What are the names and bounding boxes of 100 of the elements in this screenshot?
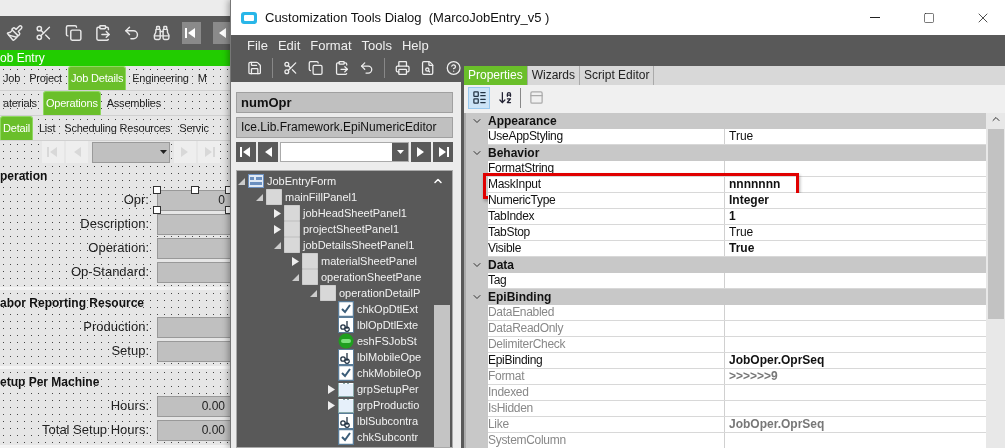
tree-item[interactable]: lblSubcontra	[357, 415, 419, 427]
tree-item[interactable]: mainFillPanel1	[285, 191, 358, 203]
first-icon	[240, 146, 252, 158]
field-label: Operation:	[88, 239, 149, 255]
property-name[interactable]: Like	[488, 417, 725, 432]
property-value[interactable]: nnnnnnn	[729, 177, 781, 192]
tab[interactable]: aterials	[0, 91, 40, 115]
cut-icon[interactable]	[283, 59, 299, 77]
tree-item[interactable]: jobHeadSheetPanel1	[303, 207, 407, 219]
field-label: Op-Standard:	[70, 263, 149, 279]
menu-item[interactable]: Help	[401, 37, 429, 53]
tree-item[interactable]: operationDetailP	[339, 287, 421, 299]
categorized-button[interactable]	[468, 86, 490, 109]
property-name[interactable]: EpiBinding	[488, 353, 725, 368]
print-icon[interactable]	[395, 59, 411, 77]
first-button[interactable]	[236, 142, 256, 162]
collapse-icon[interactable]	[309, 289, 317, 297]
tree-item[interactable]: chkSubcontr	[357, 431, 419, 443]
input-field[interactable]	[157, 316, 232, 338]
collapse-icon[interactable]	[255, 193, 263, 201]
tab[interactable]: Project	[26, 66, 65, 90]
selection-handle[interactable]	[153, 185, 161, 194]
field-label: Opr:	[123, 191, 149, 207]
property-name[interactable]: TabIndex	[488, 209, 725, 224]
property-value[interactable]: >>>>>>9	[729, 369, 778, 384]
paste-icon[interactable]	[333, 59, 349, 77]
panel-icon	[284, 237, 300, 253]
tab[interactable]: M	[194, 66, 210, 90]
property-name[interactable]: UseAppStyling	[488, 129, 725, 144]
property-value[interactable]: Integer	[729, 193, 769, 208]
tab[interactable]: Engineering	[129, 66, 192, 90]
collapse-icon[interactable]	[273, 241, 281, 249]
expand-icon[interactable]	[273, 208, 281, 218]
previous-button[interactable]	[212, 22, 232, 45]
first-button[interactable]	[181, 22, 201, 45]
expand-icon[interactable]	[327, 384, 335, 394]
scrollbar-thumb[interactable]	[988, 129, 1004, 319]
property-value[interactable]: JobOper.OprSeq	[729, 353, 825, 368]
label-icon	[338, 413, 354, 429]
undo-icon[interactable]	[358, 59, 375, 77]
property-name[interactable]: Format	[488, 369, 725, 384]
input-field[interactable]: 0.00	[157, 419, 232, 441]
tree-item[interactable]: JobEntryForm	[267, 175, 337, 187]
tree-item[interactable]: grpSetupPer	[357, 383, 419, 395]
copy-icon[interactable]	[308, 59, 324, 77]
input-field[interactable]	[157, 261, 232, 283]
collapse-icon[interactable]	[291, 273, 299, 281]
copy-icon[interactable]	[64, 23, 82, 44]
expand-icon[interactable]	[273, 224, 281, 234]
selection-handle[interactable]	[153, 205, 161, 214]
input-field[interactable]	[157, 237, 232, 259]
property-name[interactable]: Visible	[488, 241, 725, 256]
next-button[interactable]	[411, 142, 431, 162]
property-value[interactable]: True	[729, 129, 754, 144]
tree-item[interactable]: chkOpDtlExt	[357, 303, 419, 315]
menu-item[interactable]: Format	[310, 37, 352, 53]
property-value[interactable]: True	[729, 241, 755, 256]
save-icon[interactable]	[247, 59, 263, 77]
tree-item[interactable]: grpProductio	[357, 399, 420, 411]
tab[interactable]: Assemblies	[103, 91, 164, 115]
property-value[interactable]: JobOper.OprSeq	[729, 417, 825, 432]
tree-item[interactable]: eshFSJobSt	[357, 335, 417, 347]
input-field[interactable]	[157, 340, 232, 362]
property-value[interactable]: 1	[729, 209, 736, 224]
property-name[interactable]: MaskInput	[488, 177, 725, 192]
control-name-field: numOpr	[236, 92, 453, 113]
menu-item[interactable]: Tools	[361, 37, 392, 53]
paste-icon[interactable]	[93, 23, 112, 44]
tab[interactable]: List	[35, 116, 59, 140]
preview-icon[interactable]	[420, 59, 436, 77]
expand-icon[interactable]	[327, 400, 335, 410]
checkbox-icon	[338, 301, 354, 317]
input-field[interactable]	[157, 213, 232, 235]
previous-button[interactable]	[258, 142, 278, 162]
selection-handle[interactable]	[191, 185, 199, 194]
scrollbar-thumb[interactable]	[434, 305, 450, 447]
tree-item[interactable]: lblOpDtlExte	[357, 319, 419, 331]
property-value[interactable]: True	[729, 225, 754, 240]
tab[interactable]: Scheduling Resources	[61, 116, 174, 140]
tree-item[interactable]: jobDetailsSheetPanel1	[303, 239, 415, 251]
first-icon	[185, 27, 198, 40]
tab[interactable]: Servic	[176, 116, 212, 140]
help-icon[interactable]	[445, 59, 461, 77]
menu-item[interactable]: File	[247, 37, 268, 53]
tree-item[interactable]: lblMobileOpe	[357, 351, 422, 363]
tab[interactable]: Job	[0, 66, 24, 90]
property-name[interactable]: TabStop	[488, 225, 725, 240]
expand-icon[interactable]	[291, 256, 299, 266]
tree-item[interactable]: materialSheetPanel	[321, 255, 417, 267]
brush-icon[interactable]	[6, 23, 24, 44]
tree-item[interactable]: chkMobileOp	[357, 367, 422, 379]
menu-item[interactable]: Edit	[277, 37, 301, 53]
tree-item[interactable]: operationSheetPane	[321, 271, 422, 283]
control-dropdown[interactable]	[280, 142, 409, 162]
last-button[interactable]	[433, 142, 453, 162]
input-field[interactable]: 0.00	[157, 395, 232, 417]
panel-icon	[320, 285, 336, 301]
tree-item[interactable]: projectSheetPanel1	[303, 223, 399, 235]
collapse-icon[interactable]	[237, 177, 245, 185]
property-name[interactable]: NumericType	[488, 193, 725, 208]
